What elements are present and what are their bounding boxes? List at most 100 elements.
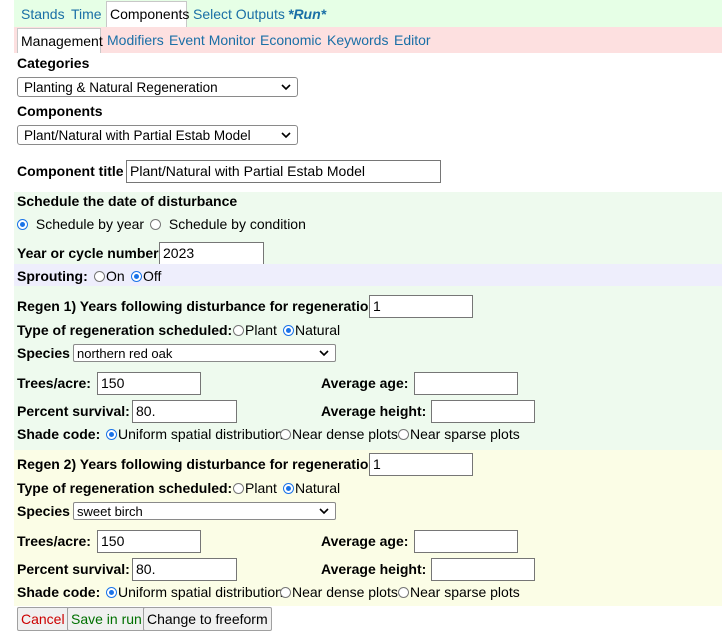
chevron-down-icon: [319, 350, 329, 357]
chevron-down-icon: [319, 508, 329, 515]
tab-components[interactable]: Components: [106, 1, 189, 27]
schedule-by-condition-label: Schedule by condition: [168, 216, 306, 232]
regen2-natural-radio[interactable]: [283, 483, 294, 494]
regen2-shade-uniform-label: Uniform spatial distribution: [118, 584, 283, 600]
schedule-by-condition-option[interactable]: Schedule by condition: [150, 216, 306, 232]
component-title-label: Component title: [17, 163, 124, 179]
regen1-species-label: Species: [17, 345, 70, 361]
regen2-shade-dense-option[interactable]: Near dense plots: [280, 584, 398, 600]
regen2-shade-sparse-option[interactable]: Near sparse plots: [398, 584, 520, 600]
sprouting-off-option[interactable]: Off: [131, 268, 161, 284]
regen1-natural-radio[interactable]: [283, 325, 294, 336]
regen2-species-select[interactable]: sweet birch: [73, 502, 336, 520]
sprouting-label: Sprouting:: [17, 268, 88, 284]
regen1-shade-uniform-option[interactable]: Uniform spatial distribution: [106, 426, 283, 442]
regen2-survival-input[interactable]: 80.: [132, 558, 237, 581]
regen2-avg-height-label: Average height:: [321, 561, 427, 577]
chevron-down-icon: [281, 132, 291, 139]
regen2-shade-dense-label: Near dense plots: [292, 584, 398, 600]
year-label: Year or cycle number: [17, 245, 159, 261]
categories-label: Categories: [17, 55, 90, 71]
schedule-heading: Schedule the date of disturbance: [17, 193, 238, 209]
regen2-species-value: sweet birch: [77, 504, 143, 519]
regen2-shade-sparse-label: Near sparse plots: [410, 584, 520, 600]
components-label: Components: [17, 103, 103, 119]
regen1-shade-dense-option[interactable]: Near dense plots: [280, 426, 398, 442]
regen1-avg-age-label: Average age:: [321, 375, 409, 391]
sprouting-off-label: Off: [143, 268, 162, 284]
tab-stands[interactable]: Stands: [21, 6, 65, 22]
tab-modifiers[interactable]: Modifiers: [107, 32, 164, 48]
component-title-input[interactable]: Plant/Natural with Partial Estab Model: [126, 160, 441, 183]
tab-management[interactable]: Management: [17, 28, 103, 53]
regen2-survival-label: Percent survival:: [17, 561, 130, 577]
regen2-avg-height-input[interactable]: [431, 558, 535, 581]
year-input[interactable]: 2023: [159, 242, 264, 265]
tab-economic[interactable]: Economic: [260, 32, 321, 48]
sprouting-on-radio[interactable]: [94, 271, 105, 282]
regen2-avg-age-input[interactable]: [414, 530, 518, 553]
schedule-by-condition-radio[interactable]: [150, 219, 161, 230]
regen1-shade-dense-label: Near dense plots: [292, 426, 398, 442]
regen1-shade-sparse-option[interactable]: Near sparse plots: [398, 426, 520, 442]
regen1-type-label: Type of regeneration scheduled:: [17, 322, 233, 338]
regen2-years-label: Regen 2) Years following disturbance for…: [17, 456, 382, 472]
save-in-run-button[interactable]: Save in run: [67, 607, 146, 631]
regen1-survival-input[interactable]: 80.: [132, 400, 237, 423]
schedule-by-year-radio[interactable]: [17, 219, 28, 230]
schedule-by-year-option[interactable]: Schedule by year: [17, 216, 144, 232]
regen2-natural-label: Natural: [295, 480, 341, 496]
regen2-trees-label: Trees/acre:: [17, 533, 91, 549]
regen2-shade-uniform-option[interactable]: Uniform spatial distribution: [106, 584, 283, 600]
regen1-years-label: Regen 1) Years following disturbance for…: [17, 298, 382, 314]
regen2-shade-sparse-radio[interactable]: [398, 587, 409, 598]
tab-select-outputs[interactable]: Select Outputs: [193, 6, 285, 22]
regen1-years-input[interactable]: 1: [369, 295, 473, 318]
components-select[interactable]: Plant/Natural with Partial Estab Model: [17, 125, 298, 145]
regen2-shade-dense-radio[interactable]: [280, 587, 291, 598]
regen2-avg-age-label: Average age:: [321, 533, 409, 549]
regen2-natural-option[interactable]: Natural: [283, 480, 340, 496]
regen1-avg-height-label: Average height:: [321, 403, 427, 419]
regen1-shade-sparse-radio[interactable]: [398, 429, 409, 440]
regen2-type-label: Type of regeneration scheduled:: [17, 480, 233, 496]
regen1-species-select[interactable]: northern red oak: [73, 344, 336, 362]
regen1-shade-sparse-label: Near sparse plots: [410, 426, 520, 442]
tab-keywords[interactable]: Keywords: [327, 32, 388, 48]
tab-event-monitor[interactable]: Event Monitor: [169, 32, 255, 48]
regen2-plant-option[interactable]: Plant: [233, 480, 277, 496]
regen1-plant-option[interactable]: Plant: [233, 322, 277, 338]
cancel-button[interactable]: Cancel: [17, 607, 69, 631]
regen2-plant-label: Plant: [245, 480, 277, 496]
components-selected-value: Plant/Natural with Partial Estab Model: [24, 128, 251, 143]
regen1-shade-dense-radio[interactable]: [280, 429, 291, 440]
regen1-natural-option[interactable]: Natural: [283, 322, 340, 338]
regen1-natural-label: Natural: [295, 322, 341, 338]
sprouting-on-label: On: [106, 268, 125, 284]
regen1-survival-label: Percent survival:: [17, 403, 130, 419]
regen1-trees-label: Trees/acre:: [17, 375, 91, 391]
sprouting-on-option[interactable]: On: [94, 268, 125, 284]
regen1-shade-label: Shade code:: [17, 426, 101, 442]
regen1-trees-input[interactable]: 150: [97, 372, 201, 395]
regen1-species-value: northern red oak: [77, 346, 173, 361]
regen2-shade-uniform-radio[interactable]: [106, 587, 117, 598]
regen1-plant-label: Plant: [245, 322, 277, 338]
chevron-down-icon: [281, 84, 291, 91]
regen1-avg-height-input[interactable]: [431, 400, 535, 423]
regen1-shade-uniform-radio[interactable]: [106, 429, 117, 440]
regen1-plant-radio[interactable]: [233, 325, 244, 336]
tab-run[interactable]: *Run*: [288, 6, 326, 22]
regen1-avg-age-input[interactable]: [414, 372, 518, 395]
tab-editor[interactable]: Editor: [394, 32, 431, 48]
regen2-section: [14, 450, 722, 606]
sprouting-off-radio[interactable]: [131, 271, 142, 282]
categories-selected-value: Planting & Natural Regeneration: [24, 80, 218, 95]
change-to-freeform-button[interactable]: Change to freeform: [143, 607, 272, 631]
tab-time[interactable]: Time: [71, 6, 102, 22]
regen2-species-label: Species: [17, 503, 70, 519]
categories-select[interactable]: Planting & Natural Regeneration: [17, 77, 298, 97]
regen2-plant-radio[interactable]: [233, 483, 244, 494]
regen2-trees-input[interactable]: 150: [97, 530, 201, 553]
regen2-years-input[interactable]: 1: [369, 453, 473, 476]
